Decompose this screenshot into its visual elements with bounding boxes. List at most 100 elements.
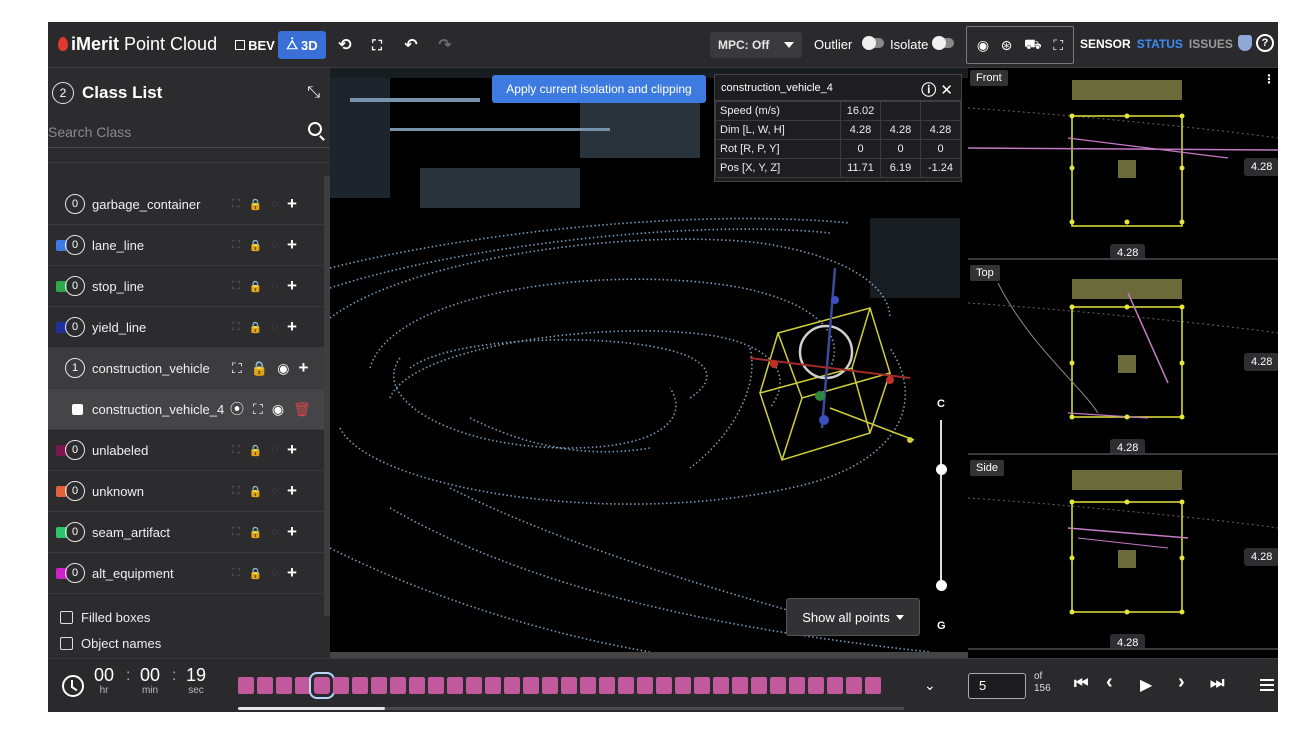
speed-value[interactable]: 16.02	[840, 101, 881, 121]
frame-marker[interactable]	[238, 677, 254, 694]
lock-icon[interactable]: 🔒	[249, 239, 263, 252]
clipping-slider[interactable]	[940, 420, 942, 590]
frame-marker[interactable]	[618, 677, 634, 694]
frame-marker[interactable]	[656, 677, 672, 694]
frame-marker[interactable]	[561, 677, 577, 694]
add-icon[interactable]: +	[298, 358, 308, 378]
undo-icon[interactable]: ↶	[398, 31, 424, 59]
points-icon[interactable]: ⊛	[1001, 37, 1013, 54]
class-row[interactable]: 0 garbage_container ⛶ 🔒 ◌ +	[48, 184, 324, 225]
timeline-scroll-thumb[interactable]	[238, 707, 385, 710]
add-icon[interactable]: +	[287, 194, 297, 214]
eye-off-icon[interactable]: ◌	[271, 526, 278, 538]
last-frame-icon[interactable]: ⏭	[1210, 675, 1224, 693]
car-icon[interactable]: ⛟	[1024, 36, 1042, 55]
lock-icon[interactable]: 🔒	[249, 280, 263, 293]
crop-icon[interactable]: ⛶	[232, 198, 240, 211]
tab-issues[interactable]: ISSUES	[1189, 37, 1233, 51]
frame-marker[interactable]	[732, 677, 748, 694]
eye-off-icon[interactable]: ◌	[271, 239, 278, 251]
shield-icon[interactable]	[1238, 35, 1252, 51]
crop-icon[interactable]: ⛶	[232, 567, 240, 580]
chevron-down-icon[interactable]: ⌄	[924, 677, 936, 694]
show-points-dropdown[interactable]: Show all points	[786, 598, 920, 636]
eye-off-icon[interactable]: ◌	[271, 444, 278, 456]
slider-handle-top[interactable]	[936, 464, 947, 475]
frame-marker[interactable]	[428, 677, 444, 694]
add-icon[interactable]: +	[287, 235, 297, 255]
frame-marker[interactable]	[637, 677, 653, 694]
add-icon[interactable]: +	[287, 481, 297, 501]
class-row[interactable]: 1 construction_vehicle ⛶ 🔒 ◉ +	[48, 348, 324, 389]
frame-marker[interactable]	[523, 677, 539, 694]
view-top[interactable]: Top 4.28 4.28	[968, 263, 1278, 455]
frame-marker-current[interactable]	[309, 672, 335, 699]
frame-marker[interactable]	[751, 677, 767, 694]
frame-marker[interactable]	[390, 677, 406, 694]
point-cloud-viewport[interactable]: Apply current isolation and clipping con…	[330, 68, 968, 652]
eye-off-icon[interactable]: ◌	[271, 485, 278, 497]
next-frame-icon[interactable]: ›	[1178, 671, 1185, 694]
3d-view-button[interactable]: ⧊ 3D	[278, 31, 326, 59]
class-row[interactable]: construction_vehicle_4 ⦿ ⛶ ◉ 🗑	[48, 389, 324, 430]
apply-isolation-button[interactable]: Apply current isolation and clipping	[492, 75, 706, 103]
frame-marker[interactable]	[352, 677, 368, 694]
class-row[interactable]: 0 alt_equipment ⛶ 🔒 ◌ +	[48, 553, 324, 594]
crop-icon[interactable]: ⛶	[232, 280, 240, 293]
help-icon[interactable]: ?	[1256, 34, 1274, 52]
previous-frame-icon[interactable]: ‹	[1106, 671, 1113, 694]
rot-yaw[interactable]: 0	[920, 139, 961, 159]
frame-marker[interactable]	[713, 677, 729, 694]
frame-marker[interactable]	[333, 677, 349, 694]
mpc-dropdown[interactable]: MPC: Off	[710, 32, 802, 58]
crop-icon[interactable]: ⛶	[232, 321, 240, 334]
expand-icon[interactable]: ⛶	[1053, 37, 1063, 54]
crop-select-icon[interactable]: ⛶	[364, 31, 390, 59]
frame-marker[interactable]	[865, 677, 881, 694]
crop-icon[interactable]: ⛶	[232, 526, 240, 539]
help-icon[interactable]: ⓘ	[921, 82, 936, 99]
frame-marker[interactable]	[542, 677, 558, 694]
lock-icon[interactable]: 🔒	[249, 567, 263, 580]
crop-icon[interactable]: ⛶	[253, 401, 263, 418]
search-class-input[interactable]	[48, 118, 288, 146]
dim-length[interactable]: 4.28	[840, 120, 881, 140]
rotate-view-icon[interactable]: ⟲	[332, 31, 358, 59]
frame-marker[interactable]	[485, 677, 501, 694]
add-icon[interactable]: +	[287, 317, 297, 337]
outlier-toggle[interactable]	[862, 36, 884, 50]
tab-sensor[interactable]: SENSOR	[1080, 37, 1131, 51]
bev-button[interactable]: BEV	[232, 31, 278, 59]
frame-marker[interactable]	[827, 677, 843, 694]
dim-height[interactable]: 4.28	[920, 120, 961, 140]
eye-off-icon[interactable]: ◌	[271, 198, 278, 210]
add-icon[interactable]: +	[287, 276, 297, 296]
eye-icon[interactable]: ◉	[277, 360, 289, 377]
frame-marker[interactable]	[599, 677, 615, 694]
crop-icon[interactable]: ⛶	[232, 485, 240, 498]
eye-icon[interactable]: ◉	[272, 401, 284, 418]
lock-icon[interactable]: 🔒	[249, 485, 263, 498]
class-row[interactable]: 0 yield_line ⛶ 🔒 ◌ +	[48, 307, 324, 348]
frame-marker[interactable]	[770, 677, 786, 694]
eye-off-icon[interactable]: ◌	[271, 321, 278, 333]
frame-marker[interactable]	[257, 677, 273, 694]
isolate-toggle[interactable]	[932, 36, 954, 50]
add-icon[interactable]: +	[287, 440, 297, 460]
more-options-icon[interactable]: ⋮	[1263, 72, 1275, 86]
collapse-icon[interactable]: ⤡	[307, 84, 320, 102]
eye-icon[interactable]: ◉	[977, 37, 989, 54]
class-row[interactable]: 0 unlabeled ⛶ 🔒 ◌ +	[48, 430, 324, 471]
add-icon[interactable]: +	[287, 563, 297, 583]
class-row[interactable]: 0 unknown ⛶ 🔒 ◌ +	[48, 471, 324, 512]
frame-marker[interactable]	[276, 677, 292, 694]
dim-width[interactable]: 4.28	[880, 120, 921, 140]
search-icon[interactable]	[308, 122, 322, 136]
crop-icon[interactable]: ⛶	[232, 444, 240, 457]
rot-roll[interactable]: 0	[840, 139, 881, 159]
frame-marker[interactable]	[447, 677, 463, 694]
pos-x[interactable]: 11.71	[840, 158, 881, 178]
pos-z[interactable]: -1.24	[920, 158, 961, 178]
slider-handle-bottom[interactable]	[936, 580, 947, 591]
lock-icon[interactable]: 🔒	[249, 444, 263, 457]
